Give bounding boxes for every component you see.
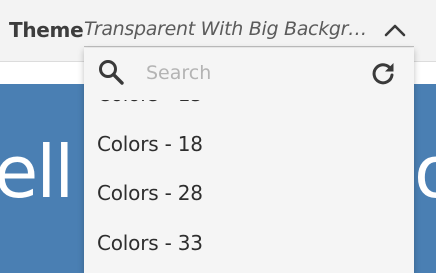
theme-dropdown: Colors - 15 Colors - 18 Colors - 28 Colo…: [84, 48, 414, 273]
preview-heading-left: ell: [0, 130, 74, 214]
theme-select-value: Transparent With Big Background Image: [84, 18, 372, 40]
dropdown-search-row: [84, 48, 414, 100]
theme-label: Theme: [9, 18, 84, 42]
search-input[interactable]: [146, 58, 366, 88]
list-item[interactable]: Colors - 18: [84, 120, 414, 170]
preview-heading-right: o: [414, 136, 436, 208]
theme-select[interactable]: Transparent With Big Background Image: [84, 17, 414, 47]
list-item[interactable]: Colors - 28: [84, 169, 414, 219]
chevron-up-icon[interactable]: [384, 23, 406, 37]
list-item[interactable]: Colors - 33: [84, 219, 414, 269]
search-icon: [99, 60, 124, 85]
refresh-icon[interactable]: [370, 60, 396, 86]
app-page: ell o Theme Transparent With Big Backgro…: [0, 0, 436, 273]
